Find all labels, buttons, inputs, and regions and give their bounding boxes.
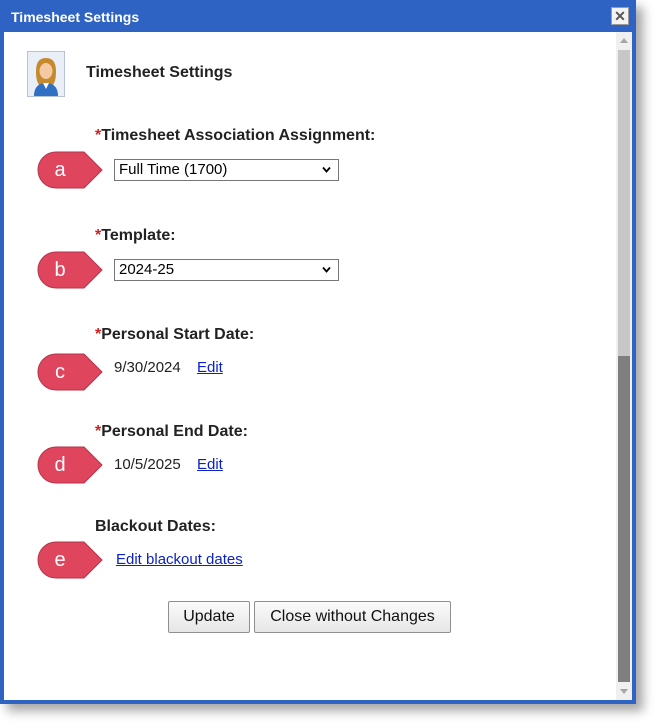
callout-letter: e [54, 549, 66, 571]
page-title: Timesheet Settings [86, 64, 233, 81]
callout-marker-b: b [36, 250, 104, 290]
end-date-label: *Personal End Date: [95, 423, 248, 441]
callout-letter: d [54, 454, 66, 476]
window-title: Timesheet Settings [11, 9, 140, 25]
callout-letter: a [54, 159, 66, 181]
vertical-scrollbar[interactable] [616, 32, 632, 700]
callout-marker-d: d [36, 445, 104, 485]
assignment-select[interactable]: Full Time (1700) [114, 159, 339, 181]
chevron-down-icon [322, 166, 331, 173]
assignment-label-text: Timesheet Association Assignment: [101, 127, 376, 144]
update-button[interactable]: Update [168, 601, 250, 633]
edit-end-date-link[interactable]: Edit [197, 456, 223, 473]
scrollbar-track[interactable] [618, 50, 630, 356]
scrollbar-thumb[interactable] [618, 356, 630, 682]
template-select-value: 2024-25 [119, 261, 175, 278]
chevron-down-icon [322, 266, 331, 273]
start-date-value: 9/30/2024 [114, 359, 181, 376]
scroll-down-icon[interactable] [620, 689, 628, 694]
close-without-changes-button[interactable]: Close without Changes [254, 601, 451, 633]
edit-start-date-link[interactable]: Edit [197, 359, 223, 376]
start-date-label-text: Personal Start Date: [101, 326, 255, 343]
end-date-label-text: Personal End Date: [101, 423, 248, 440]
title-bar[interactable]: Timesheet Settings ✕ [4, 4, 632, 32]
template-label-text: Template: [101, 227, 176, 244]
close-icon[interactable]: ✕ [611, 7, 629, 25]
template-label: *Template: [95, 227, 176, 245]
user-avatar-icon [27, 51, 65, 97]
callout-marker-c: c [36, 352, 104, 392]
blackout-dates-label: Blackout Dates: [95, 518, 216, 535]
edit-blackout-dates-link[interactable]: Edit blackout dates [116, 551, 243, 568]
callout-letter: c [55, 361, 65, 383]
callout-letter: b [54, 259, 66, 281]
assignment-select-value: Full Time (1700) [119, 161, 228, 178]
callout-marker-a: a [36, 150, 104, 190]
end-date-value: 10/5/2025 [114, 456, 181, 473]
scroll-up-icon[interactable] [620, 38, 628, 43]
assignment-label: *Timesheet Association Assignment: [95, 127, 375, 145]
start-date-label: *Personal Start Date: [95, 326, 254, 344]
callout-marker-e: e [36, 540, 104, 580]
template-select[interactable]: 2024-25 [114, 259, 339, 281]
